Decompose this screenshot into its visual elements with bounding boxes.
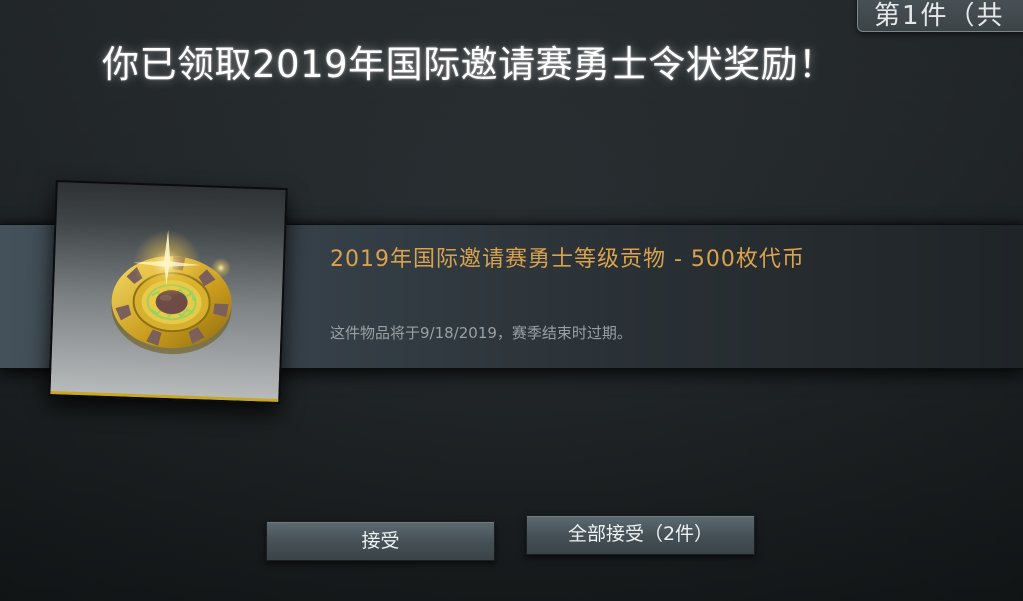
card-rarity-strip: [50, 390, 279, 402]
gold-token-coin-icon: [99, 224, 244, 369]
item-name: 2019年国际邀请赛勇士等级贡物 - 500枚代币: [330, 247, 805, 272]
accept-button[interactable]: 接受: [266, 521, 495, 561]
accept-all-button[interactable]: 全部接受（2件）: [526, 515, 755, 555]
reward-screen: 第1件（共 你已领取2019年国际邀请赛勇士令状奖励！ 2019年国际邀请赛勇士…: [0, 0, 1023, 601]
page-counter-tab: 第1件（共: [857, 0, 1023, 32]
item-card: [48, 180, 288, 404]
page-counter-label: 第1件（共: [874, 1, 1005, 31]
expiry-note: 这件物品将于9/18/2019，赛季结束时过期。: [330, 324, 632, 342]
reward-headline: 你已领取2019年国际邀请赛勇士令状奖励！: [102, 43, 836, 86]
